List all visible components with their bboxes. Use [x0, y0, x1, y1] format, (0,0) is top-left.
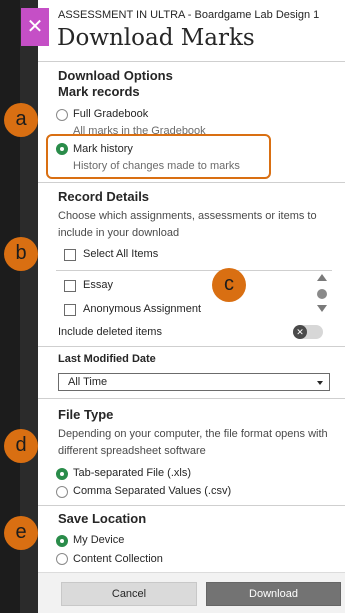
mark-history-radio[interactable] — [56, 143, 68, 155]
full-gradebook-label: Full Gradebook — [73, 108, 149, 120]
file-type-description: Depending on your computer, the file for… — [58, 428, 328, 457]
page-title: Download Marks — [57, 25, 255, 51]
marker-c: c — [212, 268, 246, 302]
my-device-radio[interactable] — [56, 535, 68, 547]
download-marks-panel: ASSESSMENT IN ULTRA - Boardgame Lab Desi… — [38, 0, 345, 613]
essay-checkbox[interactable] — [64, 280, 76, 292]
xls-radio[interactable] — [56, 468, 68, 480]
scroll-down-icon[interactable] — [317, 305, 327, 312]
select-all-label: Select All Items — [83, 248, 159, 260]
anonymous-assignment-checkbox[interactable] — [64, 304, 76, 316]
select-all-checkbox[interactable] — [64, 249, 76, 261]
download-options-heading: Download Options — [58, 68, 173, 83]
chevron-down-icon — [317, 381, 323, 385]
content-collection-radio[interactable] — [56, 553, 68, 565]
full-gradebook-radio[interactable] — [56, 109, 68, 121]
mark-history-highlight — [46, 134, 271, 179]
close-button[interactable]: ✕ — [21, 8, 49, 46]
marker-a: a — [4, 103, 38, 137]
essay-label: Essay — [83, 279, 113, 291]
anonymous-assignment-label: Anonymous Assignment — [83, 303, 202, 315]
course-name: ASSESSMENT IN ULTRA - Boardgame Lab Desi… — [58, 9, 320, 21]
csv-radio[interactable] — [56, 486, 68, 498]
divider — [38, 398, 345, 399]
divider — [38, 346, 345, 347]
last-modified-select[interactable]: All Time — [58, 373, 330, 391]
divider — [38, 182, 345, 183]
divider — [38, 505, 345, 506]
panel-header: ASSESSMENT IN ULTRA - Boardgame Lab Desi… — [38, 0, 345, 62]
marker-d: d — [4, 429, 38, 463]
record-details-heading: Record Details — [58, 189, 150, 204]
save-location-heading: Save Location — [58, 511, 147, 526]
mark-history-label: Mark history — [73, 143, 133, 155]
last-modified-value: All Time — [68, 376, 108, 388]
cancel-button[interactable]: Cancel — [61, 582, 197, 606]
csv-label: Comma Separated Values (.csv) — [73, 485, 232, 497]
marker-b: b — [4, 237, 38, 271]
include-deleted-label: Include deleted items — [58, 326, 162, 338]
mark-records-heading: Mark records — [58, 84, 140, 99]
toggle-off-icon: ✕ — [293, 325, 307, 339]
panel-footer: Cancel Download — [38, 572, 345, 613]
content-collection-label: Content Collection — [73, 553, 163, 565]
close-icon: ✕ — [26, 16, 44, 38]
scrollbar-thumb[interactable] — [317, 289, 327, 299]
file-type-heading: File Type — [58, 407, 114, 422]
xls-label: Tab-separated File (.xls) — [73, 467, 191, 479]
scroll-up-icon[interactable] — [317, 274, 327, 281]
download-button[interactable]: Download — [206, 582, 341, 606]
last-modified-label: Last Modified Date — [58, 353, 156, 365]
record-details-description: Choose which assignments, assessments or… — [58, 210, 317, 239]
include-deleted-toggle[interactable]: ✕ — [293, 325, 323, 339]
mark-history-description: History of changes made to marks — [73, 160, 240, 172]
marker-e: e — [4, 516, 38, 550]
my-device-label: My Device — [73, 534, 125, 546]
